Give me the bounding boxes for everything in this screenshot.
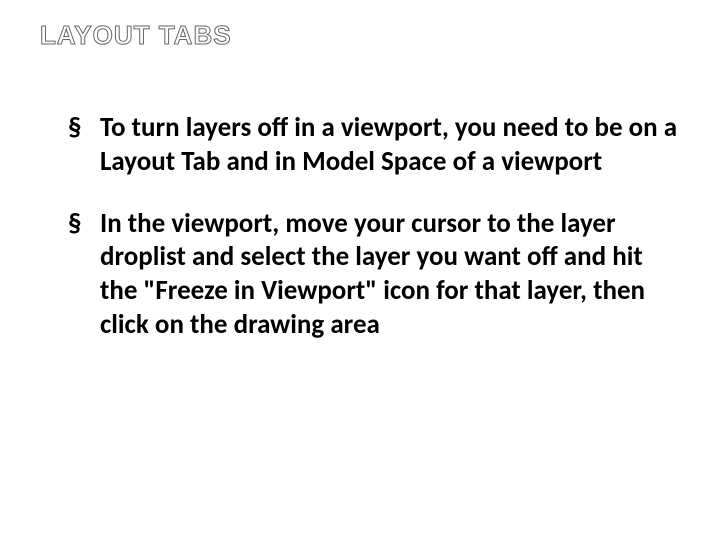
- list-item: In the viewport, move your cursor to the…: [68, 207, 680, 342]
- slide-title: LAYOUT TABS: [40, 20, 680, 51]
- bullet-list: To turn layers off in a viewport, you ne…: [40, 111, 680, 342]
- list-item: To turn layers off in a viewport, you ne…: [68, 111, 680, 179]
- slide-container: LAYOUT TABS To turn layers off in a view…: [0, 0, 720, 540]
